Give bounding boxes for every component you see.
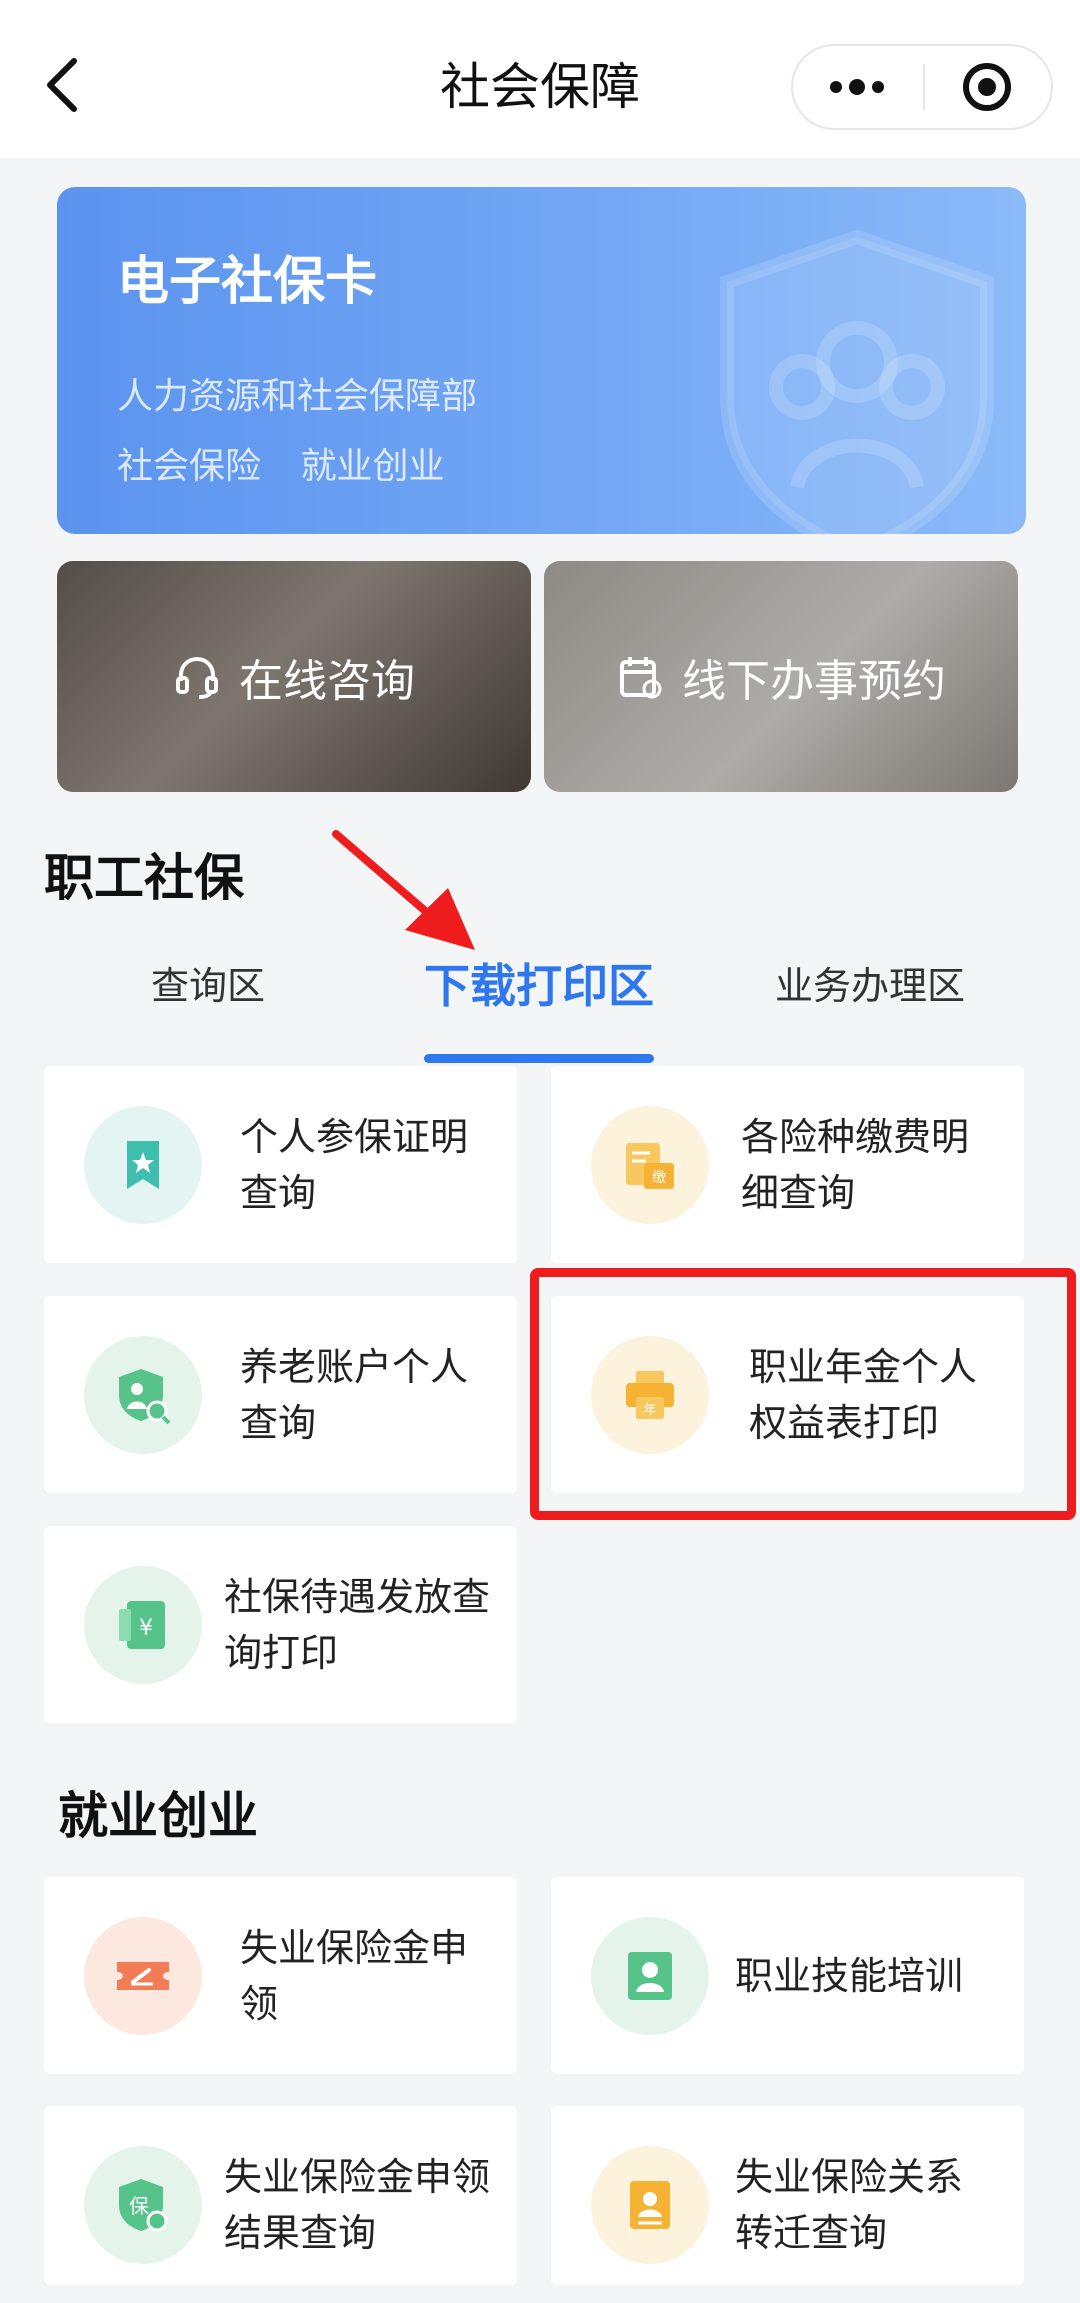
card-pension-account[interactable]: 养老账户个人查询 (44, 1296, 517, 1493)
banner-tags: 社会保险 就业创业 (117, 437, 472, 489)
banner-subtitle: 人力资源和社会保障部 (117, 376, 478, 417)
insurance-search-icon: 保 (119, 2179, 168, 2232)
card-vocational-training[interactable]: 职业技能培训 (551, 1877, 1024, 2074)
card-label: 社保待遇发放查询打印 (224, 1574, 491, 1675)
more-dots-icon (830, 79, 884, 95)
active-tab-indicator (424, 1054, 654, 1063)
more-menu-button[interactable] (793, 46, 923, 128)
certificate-icon (127, 1141, 159, 1189)
card-benefit-payment-print[interactable]: ¥ 社保待遇发放查询打印 (44, 1526, 517, 1723)
banner-tag: 就业创业 (300, 446, 445, 487)
card-label: 各险种缴费明细查询 (741, 1114, 970, 1215)
calendar-icon (620, 656, 662, 698)
card-payment-detail[interactable]: 缴 各险种缴费明细查询 (551, 1066, 1024, 1263)
card-unemployment-transfer[interactable]: 失业保险关系转迁查询 (551, 2106, 1024, 2285)
banner-title: 电子社保卡 (117, 252, 378, 312)
card-personal-insurance-cert[interactable]: 个人参保证明查询 (44, 1066, 517, 1263)
online-consult-label: 在线咨询 (239, 655, 415, 707)
e-social-card-banner[interactable]: 电子社保卡 人力资源和社会保障部 社会保险 就业创业 (57, 187, 1026, 534)
ticket-icon (117, 1962, 169, 1990)
card-label: 失业保险金申领结果查询 (224, 2154, 491, 2255)
svg-text:¥: ¥ (139, 1616, 153, 1641)
banner-tag: 社会保险 (117, 446, 262, 487)
red-arrow-annotation (332, 830, 475, 950)
red-highlight-box (530, 1268, 1076, 1520)
card-unemployment-claim[interactable]: 失业保险金申领 (44, 1877, 517, 2074)
top-nav-bar: 社会保障 (0, 0, 1080, 158)
card-unemployment-result[interactable]: 保 失业保险金申领结果查询 (44, 2106, 517, 2285)
online-consult-card[interactable]: 在线咨询 (57, 561, 531, 792)
svg-text:缴: 缴 (652, 1170, 666, 1186)
offline-appointment-card[interactable]: 线下办事预约 (544, 561, 1018, 792)
tab-business[interactable]: 业务办理区 (770, 955, 970, 1010)
card-label: 失业保险金申领 (240, 1925, 469, 2026)
close-miniprogram-button[interactable] (925, 46, 1053, 128)
mini-program-capsule (791, 44, 1053, 130)
tab-download-print[interactable]: 下载打印区 (419, 950, 659, 1016)
section-title-employment: 就业创业 (58, 1787, 258, 1845)
target-circle-icon (963, 63, 1011, 111)
tab-query[interactable]: 查询区 (148, 955, 268, 1010)
offline-appointment-label: 线下办事预约 (682, 655, 946, 707)
shield-watermark-icon (720, 229, 994, 534)
yuan-document-icon: ¥ (119, 1601, 165, 1649)
pension-search-icon (119, 1369, 171, 1425)
card-label: 失业保险关系转迁查询 (735, 2154, 964, 2255)
transfer-doc-icon (630, 2181, 670, 2229)
card-label: 个人参保证明查询 (240, 1114, 469, 1215)
card-label: 职业技能培训 (735, 1953, 964, 1998)
card-label: 养老账户个人查询 (240, 1344, 469, 1445)
headset-icon (176, 656, 218, 699)
section-title-employee-insurance: 职工社保 (44, 849, 244, 907)
profile-card-icon (628, 1952, 672, 2000)
svg-text:保: 保 (129, 2194, 149, 2218)
payment-detail-icon: 缴 (626, 1143, 674, 1189)
